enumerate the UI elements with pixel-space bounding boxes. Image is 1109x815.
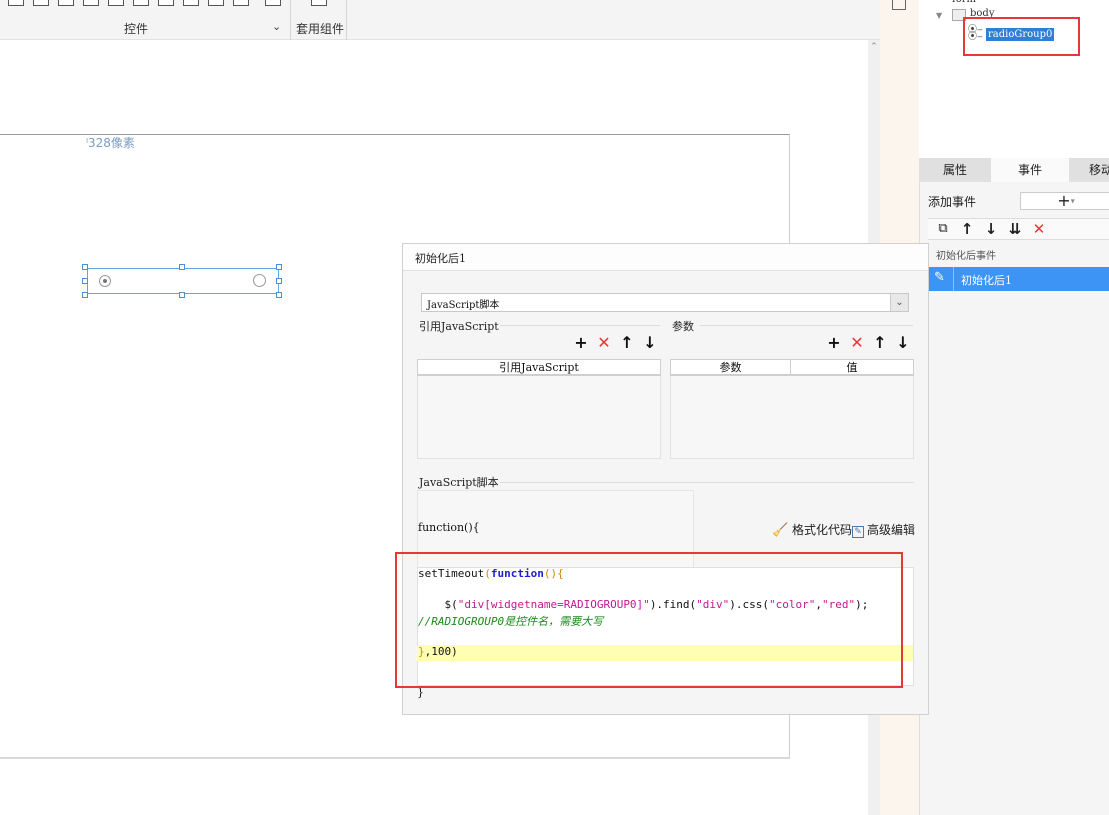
broom-icon: 🧹 (772, 523, 789, 538)
copy-icon[interactable]: ⧉ (934, 219, 952, 239)
edit-icon: ✎ (852, 526, 864, 538)
ribbon-divider (290, 0, 291, 40)
tab-mobile[interactable]: 移动 (1069, 158, 1109, 182)
ribbon-tool-icon[interactable] (33, 0, 49, 6)
scroll-up-icon[interactable]: ⌃ (868, 42, 880, 54)
add-event-label: 添加事件 (928, 195, 977, 209)
divider (500, 325, 660, 326)
expand-triangle-icon[interactable]: ▼ (936, 11, 942, 20)
format-code-button[interactable]: 🧹 格式化代码 (772, 521, 852, 538)
resize-handle[interactable] (276, 278, 282, 284)
move-up-icon[interactable]: ↑ (958, 219, 976, 239)
chevron-down-icon[interactable]: ⌄ (890, 294, 908, 311)
add-icon[interactable]: + (826, 334, 842, 352)
divider (500, 482, 914, 483)
resize-handle[interactable] (82, 292, 88, 298)
ref-js-column-header: 引用JavaScript (417, 359, 661, 376)
plus-icon: + (1057, 191, 1071, 210)
checkbox-tool-icon[interactable] (233, 0, 249, 6)
move-up-icon[interactable]: ↑ (619, 334, 635, 352)
script-section-label: JavaScript脚本 (419, 476, 499, 489)
resize-handle[interactable] (82, 278, 88, 284)
controls-group-label: 控件 (124, 22, 149, 36)
divider (953, 267, 954, 291)
advanced-edit-button[interactable]: ✎ 高级编辑 (852, 521, 915, 538)
move-bottom-icon[interactable]: ⇊ (1006, 219, 1024, 239)
params-section-label: 参数 (672, 320, 694, 333)
move-down-icon[interactable]: ↓ (895, 334, 911, 352)
layout-icon[interactable] (892, 0, 906, 10)
tab-events[interactable]: 事件 (991, 158, 1069, 182)
annotation-box (395, 552, 903, 688)
ribbon-tool-icon[interactable] (8, 0, 24, 6)
radio-option-selected[interactable] (99, 275, 111, 287)
resize-handle[interactable] (179, 264, 185, 270)
delete-icon[interactable]: ✕ (1030, 219, 1048, 239)
tree-node-form[interactable]: form (952, 0, 976, 5)
resize-handle[interactable] (179, 292, 185, 298)
template-tool-icon[interactable] (311, 0, 327, 6)
move-down-icon[interactable]: ↓ (642, 334, 658, 352)
dialog-title-bar (403, 244, 928, 271)
resize-handle[interactable] (82, 264, 88, 270)
frame-bottom-edge (0, 757, 790, 759)
function-header: function(){ (418, 521, 480, 534)
ribbon-divider (346, 0, 347, 40)
template-group-label: 套用组件 (296, 22, 345, 36)
add-icon[interactable]: + (573, 334, 589, 352)
chevron-down-icon[interactable]: ⌄ (272, 20, 281, 33)
resize-handle[interactable] (276, 292, 282, 298)
param-name-column-header: 参数 (670, 359, 791, 376)
radio-group-widget[interactable] (87, 268, 279, 294)
param-value-column-header: 值 (790, 359, 914, 376)
ribbon-tool-icon[interactable] (58, 0, 74, 6)
move-up-icon[interactable]: ↑ (872, 334, 888, 352)
divider (700, 325, 913, 326)
delete-icon[interactable]: ✕ (849, 334, 865, 352)
ribbon-tool-icon[interactable] (108, 0, 124, 6)
dialog-title: 初始化后1 (415, 252, 466, 265)
ribbon-tool-icon[interactable] (133, 0, 149, 6)
event-group-label: 初始化后事件 (936, 251, 996, 262)
event-item-label: 初始化后1 (961, 274, 1012, 287)
radio-tool-icon[interactable] (208, 0, 224, 6)
advanced-edit-label: 高级编辑 (867, 523, 916, 537)
tab-properties[interactable]: 属性 (919, 158, 991, 182)
width-ruler-label: ˡ328像素 (86, 136, 135, 150)
radio-option[interactable] (253, 274, 266, 287)
delete-icon[interactable]: ✕ (596, 334, 612, 352)
chevron-down-icon: ▾ (1070, 196, 1075, 206)
ribbon-tool-icon[interactable] (183, 0, 199, 6)
resize-handle[interactable] (276, 264, 282, 270)
event-list-item[interactable] (928, 267, 1109, 291)
ribbon-tool-icon[interactable] (158, 0, 174, 6)
move-down-icon[interactable]: ↓ (982, 219, 1000, 239)
ribbon-tool-icon[interactable] (265, 0, 281, 6)
event-type-value: JavaScript脚本 (427, 300, 500, 311)
ref-js-section-label: 引用JavaScript (419, 320, 499, 333)
format-code-label: 格式化代码 (792, 523, 853, 537)
edit-icon: ✎ (934, 270, 945, 285)
ribbon-tool-icon[interactable] (83, 0, 99, 6)
annotation-box (963, 17, 1080, 56)
add-event-button[interactable]: +▾ (1020, 192, 1109, 210)
